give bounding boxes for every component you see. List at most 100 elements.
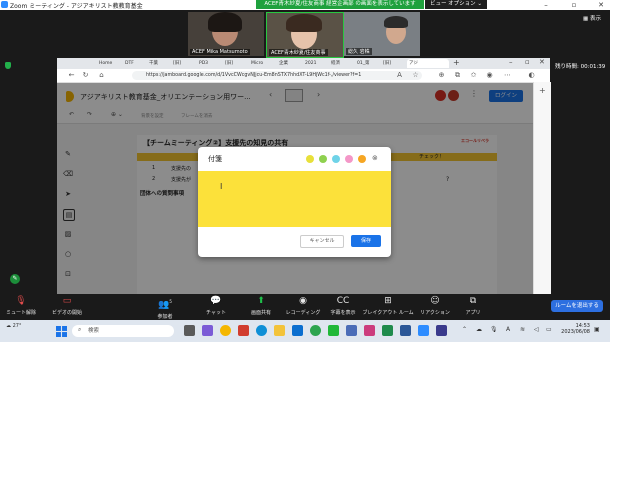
edge-copilot-icon[interactable]: ◐ <box>527 71 536 80</box>
taskbar-clock[interactable]: 14:53 2023/06/08 <box>560 323 590 335</box>
weather-widget[interactable]: ☁ 27° <box>6 323 21 329</box>
save-button[interactable]: 保存 <box>351 235 381 247</box>
file-explorer-icon[interactable] <box>274 325 285 336</box>
microphone-icon[interactable]: 🎙 <box>490 326 498 333</box>
security-shield-icon[interactable] <box>5 62 11 69</box>
cc-icon: CC <box>336 296 350 306</box>
browser-tab[interactable]: DTF <box>123 59 147 68</box>
font-icon[interactable]: A <box>506 326 510 333</box>
apps-button[interactable]: ⧉ アプリ <box>450 296 496 316</box>
wifi-icon[interactable]: ≋ <box>520 326 525 333</box>
view-option-button[interactable]: ビュー オプション ⌄ <box>425 0 487 9</box>
sticky-note-textarea[interactable]: I <box>198 171 391 227</box>
browser-tab[interactable]: PD3 <box>197 59 223 68</box>
participant-video-tile[interactable]: ACEF青木紗夏/住友商事 <box>266 12 344 58</box>
zoom-logo-icon <box>1 1 8 8</box>
notification-icon[interactable]: ▣ <box>594 326 600 333</box>
leave-room-button[interactable]: ルームを退出する <box>551 300 603 312</box>
browser-tab[interactable]: 2021 <box>303 59 329 68</box>
settings-more-icon[interactable]: ⋯ <box>503 71 512 80</box>
breakout-icon: ⊞ <box>384 296 392 306</box>
app-icon[interactable] <box>238 325 249 336</box>
chat-button[interactable]: 💬 チャット <box>193 296 239 316</box>
browser-nav-bar: ← ↻ ⌂ https://jamboard.google.com/d/1Vvc… <box>57 69 550 83</box>
task-view-icon[interactable] <box>184 325 195 336</box>
start-video-button[interactable]: ▭ ビデオの開始 <box>44 296 90 316</box>
participant-video-tile[interactable]: ACEF Mika Matsumoto <box>188 12 264 56</box>
participant-video-tile[interactable]: 総久 岩株 <box>344 12 420 56</box>
app-icon[interactable] <box>346 325 357 336</box>
color-swatch-pink[interactable] <box>345 155 353 163</box>
favorites-bar-icon[interactable]: ✩ <box>469 71 478 80</box>
grid-icon: ▦ <box>583 16 590 22</box>
refresh-icon[interactable]: ↻ <box>81 71 90 80</box>
chrome-icon[interactable] <box>220 325 231 336</box>
chrome-icon[interactable] <box>310 325 321 336</box>
annotation-pen-icon[interactable]: ✎ <box>10 274 20 284</box>
read-aloud-icon[interactable]: A <box>395 71 404 80</box>
participant-name: 総久 岩株 <box>346 48 372 55</box>
excel-icon[interactable] <box>382 325 393 336</box>
collections-icon[interactable]: ⧉ <box>453 71 462 80</box>
apps-icon: ⧉ <box>469 296 477 306</box>
battery-icon[interactable]: ▭ <box>546 326 552 333</box>
cancel-button[interactable]: キャンセル <box>300 235 344 248</box>
profile-icon[interactable]: ◉ <box>485 71 494 80</box>
participants-button[interactable]: 👥5 参加者 <box>142 296 188 320</box>
color-swatch-orange[interactable] <box>358 155 366 163</box>
zoom-control-bar: 🎙 ミュート解除 ▭ ビデオの開始 👥5 参加者 💬 チャット ⬆ 画面共有 ◉ レコーディ… <box>0 294 610 320</box>
word-icon[interactable] <box>400 325 411 336</box>
app-icon[interactable] <box>292 325 303 336</box>
sticky-note-dialog: 付箋 ⊗ I キャンセル 保存 <box>198 147 391 257</box>
app-icon[interactable] <box>364 325 375 336</box>
browser-tab[interactable]: 01_第 <box>355 59 381 68</box>
address-bar[interactable]: https://jamboard.google.com/d/1VvcCWcgvN… <box>132 71 422 80</box>
minimize-icon[interactable]: – <box>537 0 555 10</box>
windows-start-icon[interactable] <box>56 326 67 337</box>
browser-tab[interactable]: 経済 <box>329 59 355 68</box>
new-tab-icon[interactable]: + <box>453 58 460 67</box>
share-screen-button[interactable]: ⬆ 画面共有 <box>238 296 284 316</box>
maximize-icon[interactable]: ▫ <box>565 0 583 10</box>
captions-button[interactable]: CC 字幕を表示 <box>320 296 366 316</box>
line-icon[interactable] <box>328 325 339 336</box>
browser-minimize-icon[interactable]: – <box>509 58 513 66</box>
participant-name: ACEF青木紗夏/住友商事 <box>269 49 328 56</box>
app-icon[interactable] <box>436 325 447 336</box>
browser-tab[interactable]: [旧] <box>381 59 407 68</box>
teams-chat-icon[interactable] <box>202 325 213 336</box>
back-icon[interactable]: ← <box>67 71 76 80</box>
speaker-icon[interactable]: ◁ <box>534 326 539 333</box>
home-icon[interactable]: ⌂ <box>97 71 106 80</box>
color-swatch-yellow[interactable] <box>306 155 314 163</box>
browser-tab[interactable]: [旧] <box>223 59 249 68</box>
browser-sidebar: + <box>533 82 551 294</box>
text-cursor-icon: I <box>220 182 223 191</box>
tray-chevron-icon[interactable]: ⌃ <box>462 326 467 333</box>
unmute-button[interactable]: 🎙 ミュート解除 <box>0 296 44 316</box>
browser-maximize-icon[interactable]: ▫ <box>525 58 530 66</box>
browser-tab[interactable]: [旧] <box>171 59 197 68</box>
browser-close-icon[interactable]: ✕ <box>539 58 545 66</box>
favorite-icon[interactable]: ☆ <box>411 71 420 80</box>
close-icon[interactable]: ✕ <box>592 0 610 10</box>
weather-icon: ☁ <box>6 323 13 329</box>
color-swatch-blue[interactable] <box>332 155 340 163</box>
delete-icon[interactable]: ⊗ <box>372 154 378 162</box>
browser-tab[interactable]: Home <box>97 59 123 68</box>
browser-tab[interactable]: Micro <box>249 59 277 68</box>
taskbar-search[interactable]: 検索 <box>72 325 174 337</box>
sidebar-add-icon[interactable]: + <box>539 86 546 95</box>
participant-hair <box>208 12 242 32</box>
extensions-icon[interactable]: ⊕ <box>437 71 446 80</box>
edge-icon[interactable] <box>256 325 267 336</box>
participant-hair <box>286 14 322 32</box>
cloud-icon[interactable]: ☁ <box>476 326 482 333</box>
zoom-taskbar-icon[interactable] <box>418 325 429 336</box>
browser-tab-active[interactable]: アジ <box>407 59 449 68</box>
breakout-rooms-button[interactable]: ⊞ ブレイクアウト ルーム <box>362 296 414 316</box>
browser-tab[interactable]: 千葉 <box>147 59 171 68</box>
view-button[interactable]: ▦ 表示 <box>583 14 601 22</box>
color-swatch-green[interactable] <box>319 155 327 163</box>
browser-tab[interactable]: 企業 <box>277 59 303 68</box>
